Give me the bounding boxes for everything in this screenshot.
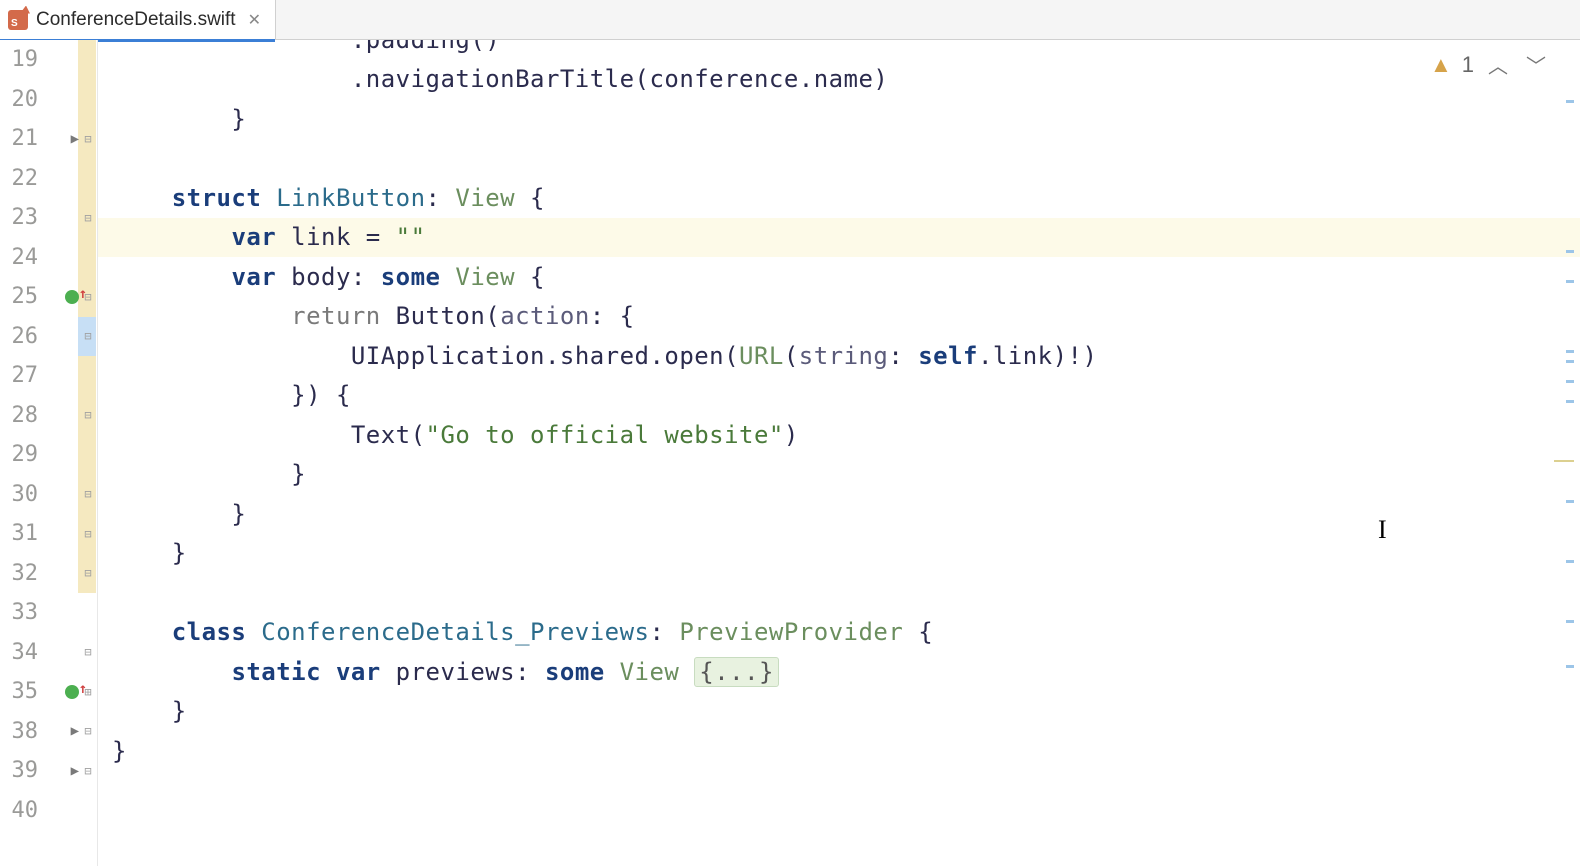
gutter-row: 19 (0, 40, 97, 80)
prev-problem-icon[interactable]: ︿ (1484, 50, 1512, 79)
close-icon[interactable]: ✕ (244, 10, 265, 30)
code-line[interactable]: var link = "" (98, 218, 1580, 258)
fold-collapse-icon[interactable]: ⊟ (81, 408, 95, 422)
line-number: 26 (0, 324, 42, 349)
gutter: 192021▶⊟2223⊟2425↑⊟26⊟2728⊟2930⊟31⊟32⊟33… (0, 40, 98, 866)
gutter-row: 30 ⊟ (0, 475, 97, 515)
swift-file-icon: S (8, 10, 28, 30)
code-line[interactable]: } (98, 494, 1580, 534)
code-line[interactable]: .padding() (98, 40, 1580, 60)
run-marker-icon[interactable]: ▶ (71, 131, 79, 147)
gutter-row: 39 ▶⊟ (0, 751, 97, 791)
line-number: 23 (0, 205, 42, 230)
code-line[interactable] (98, 771, 1580, 811)
warning-icon: ▲ (1430, 52, 1452, 78)
line-number: 32 (0, 561, 42, 586)
gutter-row: 31 ⊟ (0, 514, 97, 554)
code-line[interactable]: } (98, 455, 1580, 495)
line-number: 39 (0, 758, 42, 783)
gutter-row: 32 ⊟ (0, 554, 97, 594)
run-marker-icon[interactable]: ▶ (71, 723, 79, 739)
line-number: 29 (0, 442, 42, 467)
fold-collapse-icon[interactable]: ⊟ (81, 487, 95, 501)
code-line[interactable]: class ConferenceDetails_Previews: Previe… (98, 613, 1580, 653)
gutter-row: 35↑⊞ (0, 672, 97, 712)
code-editor[interactable]: 192021▶⊟2223⊟2425↑⊟26⊟2728⊟2930⊟31⊟32⊟33… (0, 40, 1580, 866)
tab-filename: ConferenceDetails.swift (36, 9, 236, 31)
line-number: 24 (0, 245, 42, 270)
gutter-row: 33 (0, 593, 97, 633)
code-line[interactable]: .navigationBarTitle(conference.name) (98, 60, 1580, 100)
line-number: 34 (0, 640, 42, 665)
code-line[interactable]: struct LinkButton: View { (98, 178, 1580, 218)
line-number: 35 (0, 679, 42, 704)
fold-collapse-icon[interactable]: ⊟ (81, 132, 95, 146)
fold-collapse-icon[interactable]: ⊟ (81, 211, 95, 225)
line-number: 21 (0, 126, 42, 151)
gutter-row: 27 (0, 356, 97, 396)
line-number: 31 (0, 521, 42, 546)
code-line[interactable]: } (98, 692, 1580, 732)
problems-indicator[interactable]: ▲ 1 ︿ ﹀ (1430, 50, 1550, 79)
gutter-row: 29 (0, 435, 97, 475)
line-number: 19 (0, 47, 42, 72)
gutter-row: 40 (0, 791, 97, 831)
gutter-row: 38 ▶⊟ (0, 712, 97, 752)
code-line[interactable]: return Button(action: { (98, 297, 1580, 337)
gutter-row: 22 (0, 159, 97, 199)
gutter-row: 25↑⊟ (0, 277, 97, 317)
next-problem-icon[interactable]: ﹀ (1522, 50, 1550, 79)
line-number: 33 (0, 600, 42, 625)
editor-tab[interactable]: S ConferenceDetails.swift ✕ (0, 0, 276, 39)
gutter-row: 23 ⊟ (0, 198, 97, 238)
fold-collapse-icon[interactable]: ⊟ (81, 764, 95, 778)
vcs-change-icon[interactable]: ↑ (65, 290, 79, 304)
gutter-row: 21 ▶⊟ (0, 119, 97, 159)
code-line[interactable]: var body: some View { (98, 257, 1580, 297)
gutter-row: 26 ⊟ (0, 317, 97, 357)
fold-collapse-icon[interactable]: ⊟ (81, 527, 95, 541)
code-line[interactable]: } (98, 99, 1580, 139)
fold-collapse-icon[interactable]: ⊟ (81, 329, 95, 343)
code-area[interactable]: ▲ 1 ︿ ﹀ .padding() .navigationBarTitle(c… (98, 40, 1580, 866)
line-number: 25 (0, 284, 42, 309)
run-marker-icon[interactable]: ▶ (71, 763, 79, 779)
code-line[interactable] (98, 573, 1580, 613)
line-number: 20 (0, 87, 42, 112)
code-line[interactable] (98, 139, 1580, 179)
error-stripe[interactable] (1562, 40, 1576, 866)
code-line[interactable]: } (98, 731, 1580, 771)
code-line[interactable]: static var previews: some View {...} (98, 652, 1580, 692)
fold-collapse-icon[interactable]: ⊟ (81, 566, 95, 580)
line-number: 28 (0, 403, 42, 428)
code-line[interactable]: UIApplication.shared.open(URL(string: se… (98, 336, 1580, 376)
line-number: 38 (0, 719, 42, 744)
line-number: 30 (0, 482, 42, 507)
line-number: 27 (0, 363, 42, 388)
fold-collapse-icon[interactable]: ⊟ (81, 645, 95, 659)
line-number: 22 (0, 166, 42, 191)
gutter-row: 24 (0, 238, 97, 278)
gutter-row: 20 (0, 80, 97, 120)
code-line[interactable]: } (98, 534, 1580, 574)
code-line[interactable]: }) { (98, 376, 1580, 416)
vcs-change-icon[interactable]: ↑ (65, 685, 79, 699)
code-line[interactable]: Text("Go to official website") (98, 415, 1580, 455)
tab-bar: S ConferenceDetails.swift ✕ (0, 0, 1580, 40)
line-number: 40 (0, 798, 42, 823)
warning-count: 1 (1462, 52, 1474, 78)
gutter-row: 34 ⊟ (0, 633, 97, 673)
fold-collapse-icon[interactable]: ⊟ (81, 724, 95, 738)
gutter-row: 28 ⊟ (0, 396, 97, 436)
